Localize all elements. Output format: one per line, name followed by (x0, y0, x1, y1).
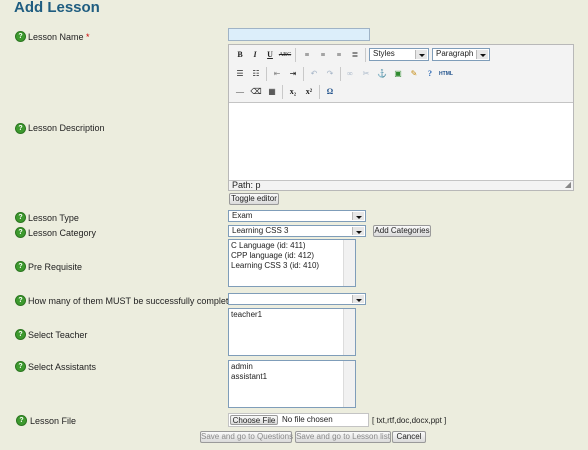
redo-icon[interactable]: ↷ (323, 67, 337, 81)
help-icon[interactable]: ? (15, 212, 26, 223)
choose-file-button[interactable]: Choose File (230, 415, 278, 425)
scrollbar[interactable] (343, 309, 355, 355)
lesson-category-select[interactable]: Learning CSS 3 (228, 225, 366, 237)
superscript-icon[interactable]: x² (302, 85, 316, 99)
subscript-icon[interactable]: x₂ (286, 85, 300, 99)
underline-button[interactable]: U (263, 48, 277, 62)
align-center-icon[interactable]: ≡ (316, 48, 330, 62)
help-icon[interactable]: ? (15, 329, 26, 340)
toolbar-separator (340, 67, 341, 81)
must-complete-select[interactable] (228, 293, 366, 305)
cancel-button[interactable]: Cancel (392, 431, 426, 443)
undo-icon[interactable]: ↶ (307, 67, 321, 81)
resize-handle-icon[interactable]: ◢ (565, 180, 571, 189)
chevron-down-icon (415, 50, 427, 59)
strikethrough-button[interactable]: ABC (278, 48, 292, 62)
list-item[interactable]: admin (231, 362, 353, 372)
indent-icon[interactable]: ⇥ (286, 67, 300, 81)
toolbar-separator (266, 67, 267, 81)
align-justify-icon[interactable]: ≣ (348, 48, 362, 62)
help-icon[interactable]: ? (15, 361, 26, 372)
align-right-icon[interactable]: ≡ (332, 48, 346, 62)
editor-path: Path: p (232, 180, 261, 190)
allowed-formats: [ txt,rtf,doc,docx,ppt ] (372, 416, 447, 425)
bold-button[interactable]: B (233, 48, 247, 62)
toolbar-separator (319, 85, 320, 99)
lesson-type-select[interactable]: Exam (228, 210, 366, 222)
lesson-name-label: Lesson Name * (28, 32, 90, 42)
toolbar-separator (282, 85, 283, 99)
save-and-go-to-questions-button[interactable]: Save and go to Questions (200, 431, 293, 443)
add-categories-button[interactable]: Add Categories (373, 225, 431, 237)
lesson-name-input[interactable] (228, 28, 370, 41)
pre-requisite-label: Pre Requisite (28, 262, 83, 272)
html-source-icon[interactable]: HTML (439, 67, 453, 81)
help-icon[interactable]: ? (15, 295, 26, 306)
select-assistants-label: Select Assistants (28, 362, 97, 372)
help-icon[interactable]: ? (15, 261, 26, 272)
select-teacher-label: Select Teacher (28, 330, 88, 340)
chevron-down-icon (476, 50, 488, 59)
horizontal-rule-icon[interactable]: — (233, 85, 247, 99)
bullet-list-icon[interactable]: ☰ (233, 67, 247, 81)
file-status: No file chosen (282, 415, 333, 424)
lesson-category-label: Lesson Category (28, 228, 97, 238)
help-circle-icon[interactable]: ? (423, 67, 437, 81)
list-item[interactable]: CPP language (id: 412) (231, 251, 353, 261)
chevron-down-icon (352, 295, 364, 303)
help-icon[interactable]: ? (15, 227, 26, 238)
toolbar-separator (365, 48, 366, 62)
chevron-down-icon (352, 227, 364, 235)
visual-aid-icon[interactable]: ▦ (265, 85, 279, 99)
list-item[interactable]: assistant1 (231, 372, 353, 382)
assistants-list[interactable]: admin assistant1 (228, 360, 356, 408)
save-and-go-to-lesson-list-button[interactable]: Save and go to Lesson list (295, 431, 391, 443)
help-icon[interactable]: ? (16, 415, 27, 426)
teacher-list[interactable]: teacher1 (228, 308, 356, 356)
special-char-icon[interactable]: Ω (323, 85, 337, 99)
numbered-list-icon[interactable]: ☷ (249, 67, 263, 81)
chevron-down-icon (352, 212, 364, 220)
must-complete-label: How many of them MUST be successfully co… (28, 296, 239, 306)
list-item[interactable]: teacher1 (231, 310, 353, 320)
image-icon[interactable]: ▣ (391, 67, 405, 81)
page-title: Add Lesson (14, 0, 100, 16)
help-icon[interactable]: ? (15, 123, 26, 134)
lesson-type-label: Lesson Type (28, 213, 79, 223)
cleanup-icon[interactable]: ✎ (407, 67, 421, 81)
file-input[interactable]: Choose File No file chosen (228, 413, 369, 427)
help-icon[interactable]: ? (15, 31, 26, 42)
toggle-editor-button[interactable]: Toggle editor (229, 193, 279, 205)
toolbar-separator (303, 67, 304, 81)
pre-requisite-list[interactable]: C Language (id: 411) CPP language (id: 4… (228, 239, 356, 287)
anchor-icon[interactable]: ⚓ (375, 67, 389, 81)
lesson-file-label: Lesson File (30, 416, 77, 426)
editor-content-area[interactable] (229, 102, 573, 181)
toolbar-separator (295, 48, 296, 62)
italic-button[interactable]: I (248, 48, 262, 62)
remove-format-icon[interactable]: ⌫ (249, 85, 263, 99)
list-item[interactable]: Learning CSS 3 (id: 410) (231, 261, 353, 271)
outdent-icon[interactable]: ⇤ (270, 67, 284, 81)
scrollbar[interactable] (343, 240, 355, 286)
format-dropdown[interactable]: Paragraph (432, 48, 490, 61)
lesson-description-label: Lesson Description (28, 123, 105, 133)
link-icon[interactable]: ∞ (343, 67, 357, 81)
align-left-icon[interactable]: ≡ (300, 48, 314, 62)
styles-dropdown[interactable]: Styles (369, 48, 429, 61)
unlink-icon[interactable]: ✂ (359, 67, 373, 81)
list-item[interactable]: C Language (id: 411) (231, 241, 353, 251)
rich-text-editor: B I U ABC ≡ ≡ ≡ ≣ Styles Paragraph ☰ ☷ ⇤… (228, 44, 574, 191)
scrollbar[interactable] (343, 361, 355, 407)
